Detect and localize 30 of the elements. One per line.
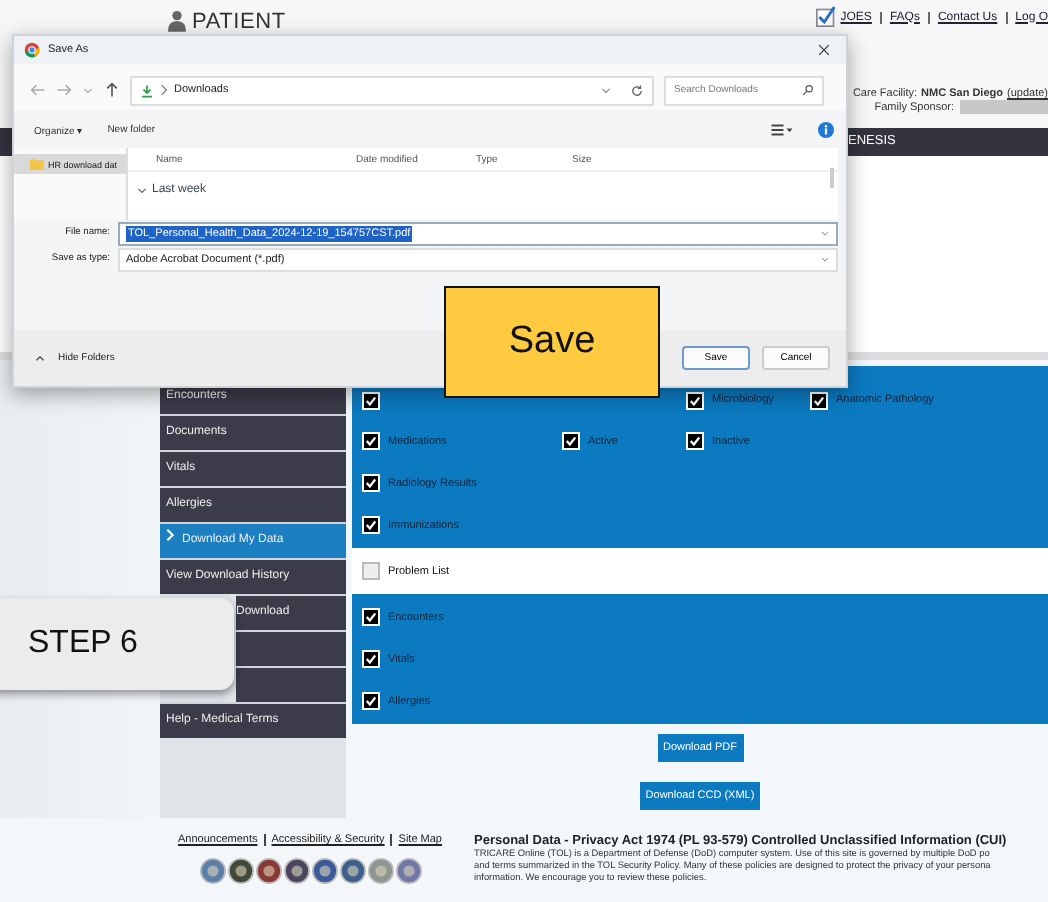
sidebar-item[interactable]	[236, 630, 346, 666]
close-icon[interactable]	[818, 44, 830, 56]
download-icon	[140, 83, 154, 97]
seal-icon	[283, 858, 309, 884]
chevron-up-icon	[34, 352, 46, 364]
sidebar-item[interactable]	[236, 666, 346, 702]
browser-icon	[24, 42, 40, 58]
site-logo[interactable]: PATIENT	[168, 0, 286, 38]
chevron-right-icon	[166, 528, 174, 542]
view-options-icon[interactable]	[770, 122, 794, 138]
chevron-down-icon	[136, 184, 148, 196]
step-callout: STEP 6	[0, 598, 234, 690]
seal-icon	[227, 858, 253, 884]
seal-icon	[199, 858, 225, 884]
person-icon	[168, 10, 186, 32]
seal-icon	[395, 858, 421, 884]
seal-icon	[367, 858, 393, 884]
up-arrow-icon[interactable]	[104, 82, 120, 98]
checkbox[interactable]	[362, 562, 380, 580]
seal-icon	[255, 858, 281, 884]
search-icon	[802, 83, 814, 95]
help-icon[interactable]	[818, 122, 834, 138]
chevron-right-icon	[160, 84, 168, 96]
checkmark-logo-icon	[816, 6, 837, 28]
redacted-block	[960, 100, 1048, 114]
refresh-icon[interactable]	[630, 83, 644, 97]
seal-icon	[339, 858, 365, 884]
step-callout: Save	[444, 286, 660, 398]
seal-icon	[311, 858, 337, 884]
chevron-down-icon[interactable]	[600, 84, 612, 96]
